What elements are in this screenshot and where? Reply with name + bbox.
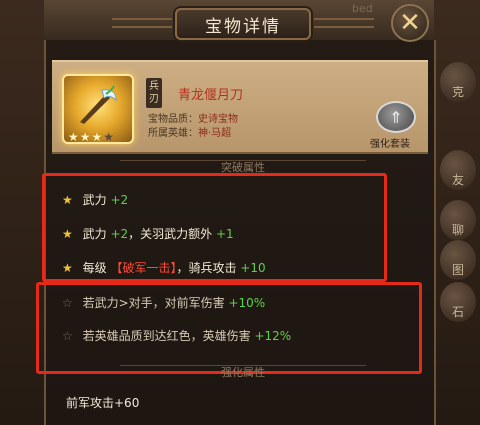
star-filled-icon: ★ xyxy=(68,130,79,144)
bonus-value: +12% xyxy=(254,329,292,343)
stat-extra: ，骑兵攻击 xyxy=(176,261,237,275)
bonus-value: +10% xyxy=(228,296,266,310)
stat-label: 武力 xyxy=(82,193,107,207)
close-button[interactable]: ✕ xyxy=(391,4,429,42)
title-decoration-right xyxy=(314,18,374,28)
bonus-text: 若英雄品质到达红色，英雄伤害 xyxy=(82,329,251,343)
item-stars: ★ ★ ★ ★ xyxy=(68,131,114,143)
upgrade-set-button[interactable]: ⇑ xyxy=(376,101,416,133)
stat-value: +2 xyxy=(110,227,129,241)
stat-extra-value: +10 xyxy=(240,261,266,275)
bonus-row-1: ☆ 若武力>对手，对前军伤害 +10% xyxy=(62,294,265,311)
item-info: 宝物品质：史诗宝物 所属英雄：神·马超 xyxy=(148,113,238,141)
quality-value: 史诗宝物 xyxy=(198,114,238,125)
background-ghost-text: bed xyxy=(352,2,373,15)
stat-extra: ，关羽武力额外 xyxy=(128,227,213,241)
stat-skill-name: 【破军一击】 xyxy=(110,261,177,275)
bonus-text: 若武力>对手，对前军伤害 xyxy=(82,296,225,310)
item-type-tag: 兵刃 xyxy=(146,78,162,108)
star-filled-icon: ★ xyxy=(91,130,103,144)
quality-label: 宝物品质： xyxy=(148,114,198,125)
star-empty-icon: ★ xyxy=(103,130,115,144)
star-bullet-icon: ★ xyxy=(62,261,73,275)
side-button-3[interactable]: 聊 xyxy=(440,200,476,240)
section-enhance-header: 强化属性 xyxy=(120,365,366,379)
hero-value: 神·马超 xyxy=(198,128,232,139)
stat-value: +2 xyxy=(110,193,129,207)
enhance-stat: 前军攻击+60 xyxy=(66,396,140,410)
star-bullet-icon: ★ xyxy=(62,227,73,241)
dialog-title: 宝物详情 xyxy=(175,8,311,40)
stat-label: 每级 xyxy=(82,261,107,275)
side-button-2[interactable]: 友 xyxy=(440,150,476,190)
star-outline-icon: ☆ xyxy=(62,329,73,343)
stat-row-1: ★ 武力 +2 xyxy=(62,191,128,208)
star-outline-icon: ☆ xyxy=(62,296,73,310)
bonus-row-2: ☆ 若英雄品质到达红色，英雄伤害 +12% xyxy=(62,327,291,344)
stat-label: 武力 xyxy=(82,227,107,241)
dialog-title-text: 宝物详情 xyxy=(205,16,281,37)
stat-row-2: ★ 武力 +2，关羽武力额外 +1 xyxy=(62,225,234,242)
side-button-4[interactable]: 图 xyxy=(440,240,476,280)
side-button-1[interactable]: 克 xyxy=(440,62,476,102)
stat-extra-value: +1 xyxy=(215,227,234,241)
glaive-icon xyxy=(80,85,117,124)
title-decoration-left xyxy=(112,18,172,28)
side-button-5[interactable]: 石 xyxy=(440,282,476,322)
star-bullet-icon: ★ xyxy=(62,193,73,207)
close-x-icon: ✕ xyxy=(399,8,421,38)
upgrade-set-label: 强化套装 xyxy=(370,139,410,150)
hero-label: 所属英雄： xyxy=(148,128,198,139)
section-breakthrough-header: 突破属性 xyxy=(120,160,366,174)
item-name: 青龙偃月刀 xyxy=(178,88,244,103)
stat-row-3: ★ 每级 【破军一击】，骑兵攻击 +10 xyxy=(62,259,266,276)
star-filled-icon: ★ xyxy=(79,130,91,144)
upgrade-arrow-icon: ⇑ xyxy=(389,107,403,127)
